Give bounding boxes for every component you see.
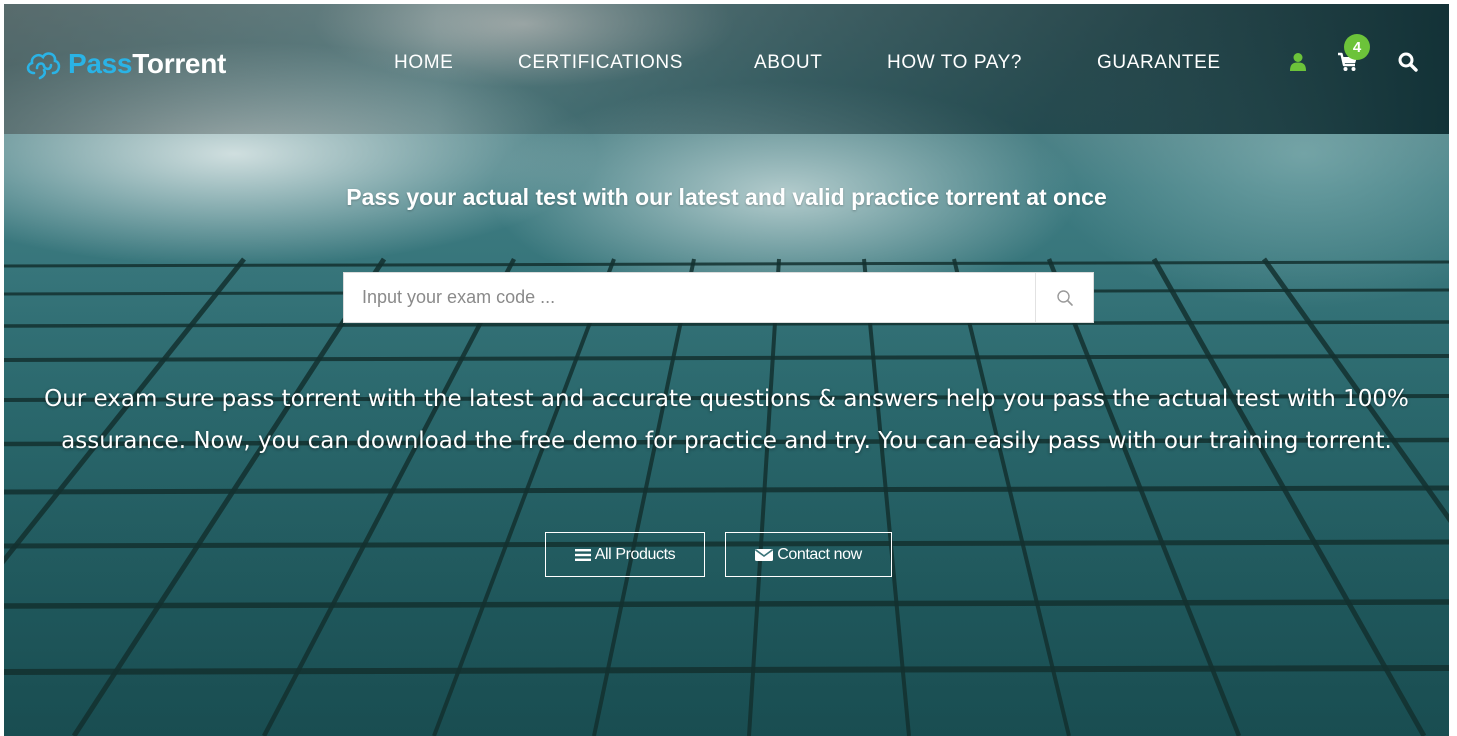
contact-now-button[interactable]: Contact now xyxy=(725,532,892,577)
menu-bars-icon xyxy=(574,548,591,561)
nav-guarantee[interactable]: GUARANTEE xyxy=(1097,52,1221,74)
all-products-label: All Products xyxy=(594,545,676,563)
exam-search-form xyxy=(343,272,1094,323)
magnifier-icon xyxy=(1056,289,1073,306)
cart-count-badge: 4 xyxy=(1344,34,1370,60)
user-icon xyxy=(1290,53,1306,71)
nav-how-to-pay[interactable]: HOW TO PAY? xyxy=(887,52,1022,74)
nav-about[interactable]: ABOUT xyxy=(754,52,822,74)
hero-description: Our exam sure pass torrent with the late… xyxy=(44,386,1409,454)
user-button[interactable] xyxy=(1284,44,1312,80)
nav-home[interactable]: HOME xyxy=(394,52,453,74)
search-icon xyxy=(1398,52,1418,72)
exam-search-button[interactable] xyxy=(1035,273,1093,322)
contact-now-label: Contact now xyxy=(777,545,862,563)
main-nav: HOME CERTIFICATIONS ABOUT HOW TO PAY? GU… xyxy=(4,52,1449,76)
nav-certifications[interactable]: CERTIFICATIONS xyxy=(518,52,683,74)
site-header: PassTorrent HOME CERTIFICATIONS ABOUT HO… xyxy=(4,4,1449,131)
header-search-button[interactable] xyxy=(1394,44,1422,80)
hero-tagline: Pass your actual test with our latest an… xyxy=(346,184,1107,210)
envelope-icon xyxy=(755,548,774,561)
all-products-button[interactable]: All Products xyxy=(545,532,705,577)
exam-code-input[interactable] xyxy=(344,273,1035,322)
